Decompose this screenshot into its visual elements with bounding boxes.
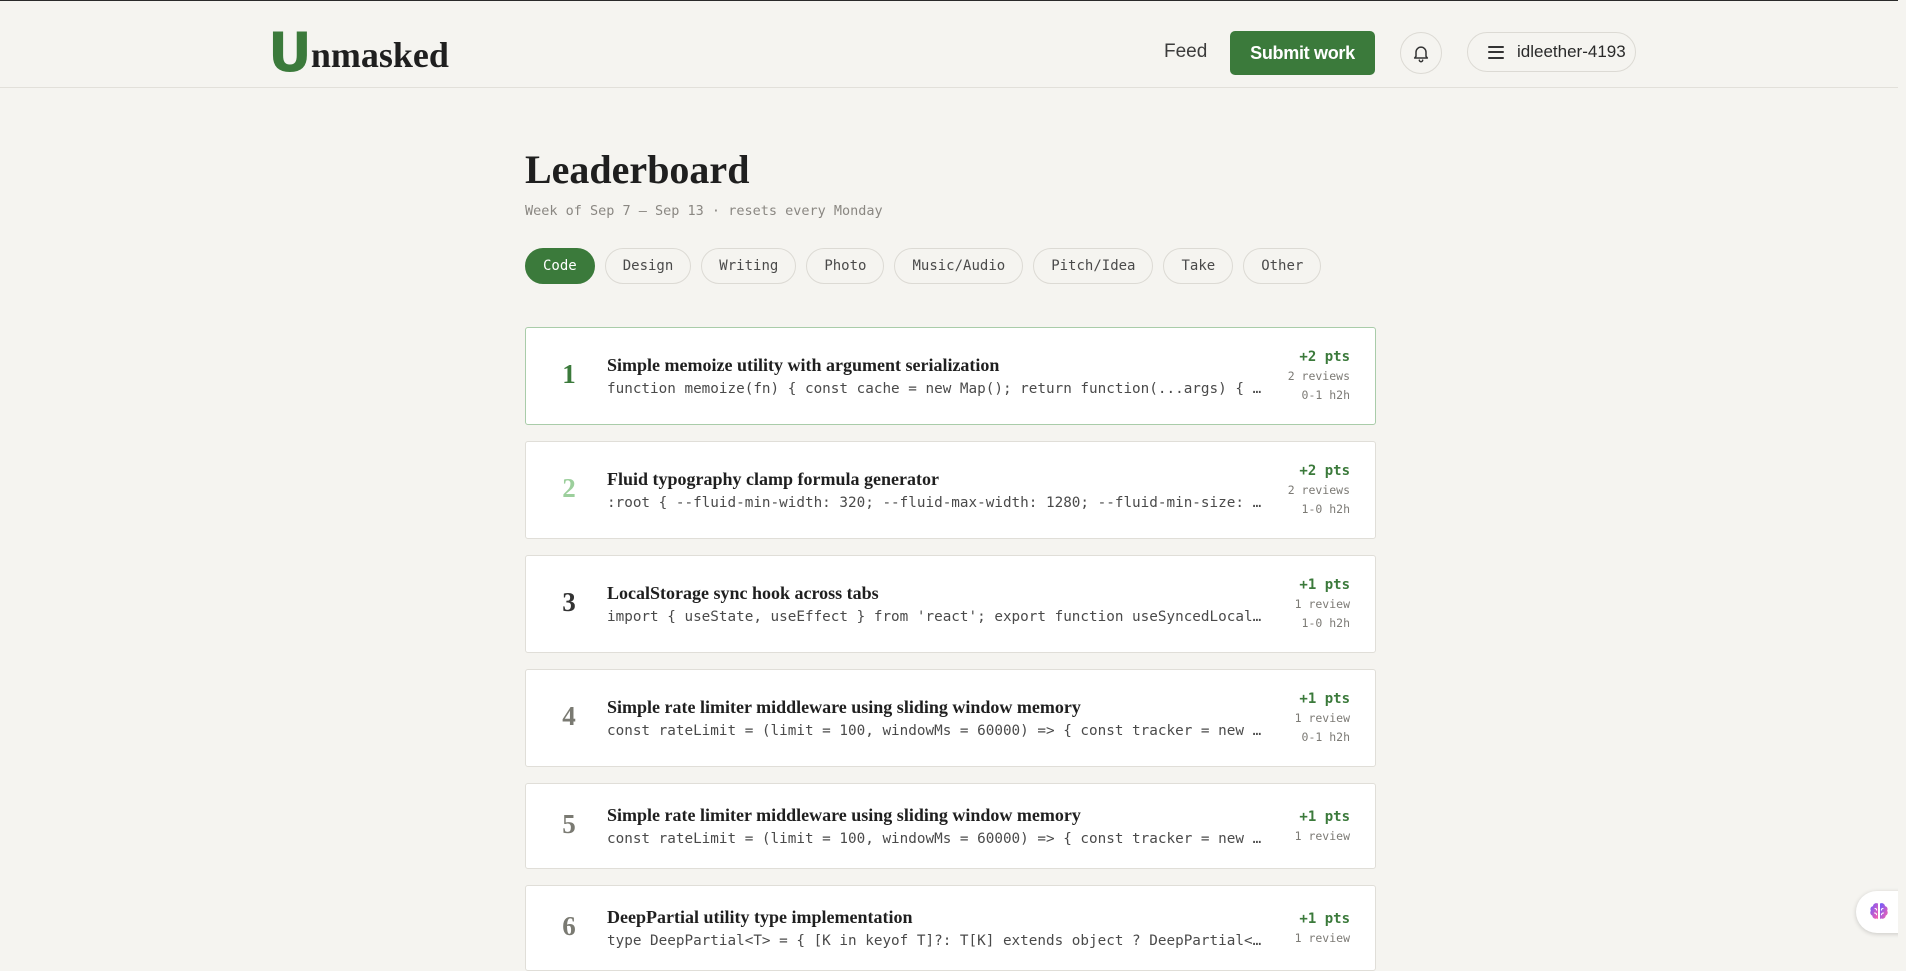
entry-points: +1 pts: [1299, 911, 1350, 927]
entry-h2h: 1-0 h2h: [1301, 616, 1350, 630]
entry-snippet: :root { --fluid-min-width: 320; --fluid-…: [607, 495, 1265, 511]
entry-snippet: function memoize(fn) { const cache = new…: [607, 381, 1265, 397]
category-filter-bar: Code Design Writing Photo Music/Audio Pi…: [525, 248, 1322, 284]
logo-wordmark: nmasked: [310, 35, 449, 75]
entry-snippet: import { useState, useEffect } from 'rea…: [607, 609, 1265, 625]
top-nav-bar: U nmasked Feed Submit work idleether-419…: [0, 1, 1898, 88]
leaderboard-entry[interactable]: 3 LocalStorage sync hook across tabs imp…: [525, 555, 1376, 653]
entry-points: +2 pts: [1299, 463, 1350, 479]
entry-stats: +1 pts 1 review: [1295, 910, 1350, 948]
leaderboard-entry[interactable]: 5 Simple rate limiter middleware using s…: [525, 783, 1376, 869]
entry-h2h: 0-1 h2h: [1301, 388, 1350, 402]
entry-title: Simple rate limiter middleware using sli…: [607, 805, 1081, 825]
entry-title: LocalStorage sync hook across tabs: [607, 583, 879, 603]
filter-chip-music-audio[interactable]: Music/Audio: [894, 248, 1024, 284]
entry-reviews: 1 review: [1294, 597, 1350, 611]
entry-snippet: type DeepPartial<T> = { [K in keyof T]?:…: [607, 933, 1265, 949]
filter-chip-photo[interactable]: Photo: [806, 248, 885, 284]
entry-title: Simple memoize utility with argument ser…: [607, 355, 1000, 375]
entry-stats: +1 pts 1 review: [1295, 808, 1350, 846]
entry-stats: +1 pts 1 review 0-1 h2h: [1295, 690, 1350, 747]
entry-reviews: 2 reviews: [1287, 369, 1350, 383]
entry-points: +1 pts: [1299, 577, 1350, 593]
page-title: Leaderboard: [525, 147, 750, 192]
page-scrollbar[interactable]: [1898, 0, 1906, 970]
filter-chip-take[interactable]: Take: [1163, 248, 1234, 284]
nav-feed-link[interactable]: Feed: [1164, 41, 1207, 63]
filter-chip-writing[interactable]: Writing: [701, 248, 797, 284]
filter-chip-pitch-idea[interactable]: Pitch/Idea: [1033, 248, 1154, 284]
entry-title: Simple rate limiter middleware using sli…: [607, 697, 1081, 717]
entry-points: +1 pts: [1299, 809, 1350, 825]
entry-snippet: const rateLimit = (limit = 100, windowMs…: [607, 723, 1265, 739]
entry-points: +2 pts: [1299, 349, 1350, 365]
rank-number: 4: [562, 701, 576, 731]
filter-chip-design[interactable]: Design: [604, 248, 692, 284]
rank-number: 6: [562, 911, 576, 941]
entry-title: Fluid typography clamp formula generator: [607, 469, 939, 489]
entry-stats: +2 pts 2 reviews 1-0 h2h: [1288, 462, 1350, 519]
entry-reviews: 1 review: [1294, 829, 1350, 843]
entry-points: +1 pts: [1299, 691, 1350, 707]
entry-snippet: const rateLimit = (limit = 100, windowMs…: [607, 831, 1265, 847]
brain-icon: [1870, 903, 1888, 920]
rank-number: 2: [562, 473, 576, 503]
entry-reviews: 2 reviews: [1287, 483, 1350, 497]
entry-reviews: 1 review: [1294, 711, 1350, 725]
entry-h2h: 0-1 h2h: [1301, 730, 1350, 744]
logo[interactable]: U nmasked: [268, 21, 449, 84]
week-subtitle: Week of Sep 7 – Sep 13 · resets every Mo…: [525, 203, 883, 219]
entry-stats: +1 pts 1 review 1-0 h2h: [1295, 576, 1350, 633]
leaderboard-entry[interactable]: 6 DeepPartial utility type implementatio…: [525, 885, 1376, 971]
rank-number: 5: [562, 809, 576, 839]
filter-chip-other[interactable]: Other: [1243, 248, 1322, 284]
entry-stats: +2 pts 2 reviews 0-1 h2h: [1288, 348, 1350, 405]
entry-h2h: 1-0 h2h: [1301, 502, 1350, 516]
hamburger-menu-icon: [1488, 45, 1504, 59]
leaderboard-entry[interactable]: 2 Fluid typography clamp formula generat…: [525, 441, 1376, 539]
logo-mark: U: [268, 21, 312, 84]
rank-number: 3: [562, 587, 576, 617]
entry-title: DeepPartial utility type implementation: [607, 907, 913, 927]
bell-icon: [1413, 46, 1429, 63]
leaderboard-entry[interactable]: 4 Simple rate limiter middleware using s…: [525, 669, 1376, 767]
rank-number: 1: [562, 359, 576, 389]
entry-reviews: 1 review: [1294, 931, 1350, 945]
username-label: idleether-4193: [1517, 42, 1626, 61]
user-menu-button[interactable]: idleether-4193: [1467, 32, 1636, 72]
submit-work-button[interactable]: Submit work: [1230, 31, 1375, 75]
filter-chip-code[interactable]: Code: [525, 248, 595, 284]
leaderboard-entry[interactable]: 1 Simple memoize utility with argument s…: [525, 327, 1376, 425]
notifications-button[interactable]: [1400, 32, 1442, 74]
